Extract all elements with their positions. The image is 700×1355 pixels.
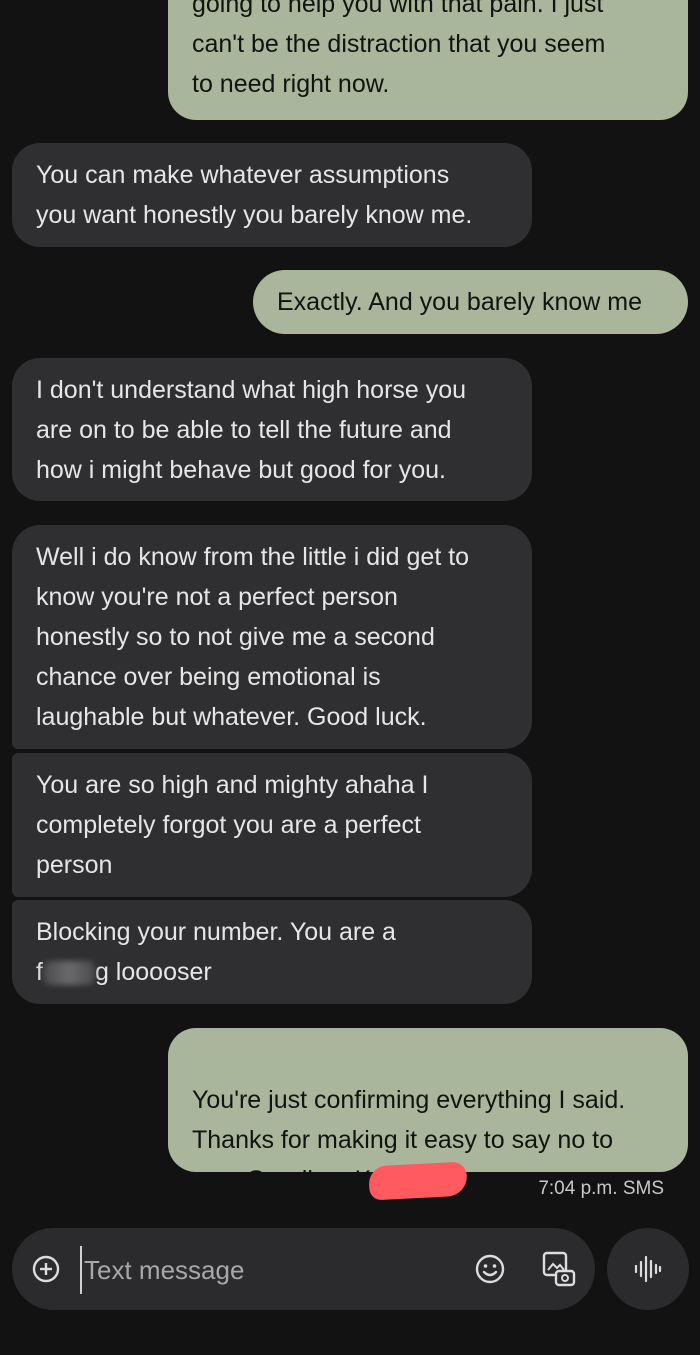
message-text: g looooser <box>94 958 212 986</box>
incoming-message[interactable]: Well i do know from the little i did get… <box>12 525 532 749</box>
message-thread: going to help you with that pain. I just… <box>0 0 700 1215</box>
incoming-message[interactable]: I don't understand what high horse you a… <box>12 358 532 501</box>
outgoing-message[interactable]: You're just confirming everything I said… <box>168 1028 688 1201</box>
emoji-icon[interactable] <box>474 1253 506 1285</box>
outgoing-message[interactable]: Exactly. And you barely know me <box>253 270 688 334</box>
compose-bar <box>12 1228 595 1310</box>
redaction-mark <box>368 1161 469 1201</box>
message-text: you. Goodbye K <box>192 1166 372 1194</box>
message-line: f g looooser <box>36 952 508 992</box>
gallery-icon[interactable] <box>542 1251 576 1287</box>
voice-message-button[interactable] <box>607 1228 689 1310</box>
add-icon[interactable] <box>32 1255 60 1283</box>
incoming-message[interactable]: You are so high and mighty ahaha I compl… <box>12 753 532 897</box>
message-line: Blocking your number. You are a <box>36 918 396 946</box>
incoming-message[interactable]: Blocking your number. You are a f g loooo… <box>12 900 532 1004</box>
time-label: 7:04 p.m. <box>538 1178 618 1199</box>
sms-label: SMS <box>622 1178 664 1199</box>
outgoing-message[interactable]: going to help you with that pain. I just… <box>168 0 688 120</box>
incoming-message[interactable]: You can make whatever assumptions you wa… <box>12 143 532 247</box>
blurred-word <box>42 961 95 986</box>
message-text: f <box>36 958 43 986</box>
message-text: You're just confirming everything I said… <box>192 1086 626 1154</box>
message-input[interactable] <box>80 1246 466 1294</box>
voice-icon <box>634 1255 662 1283</box>
message-timestamp: 7:04 p.m. SMS <box>538 1178 664 1200</box>
